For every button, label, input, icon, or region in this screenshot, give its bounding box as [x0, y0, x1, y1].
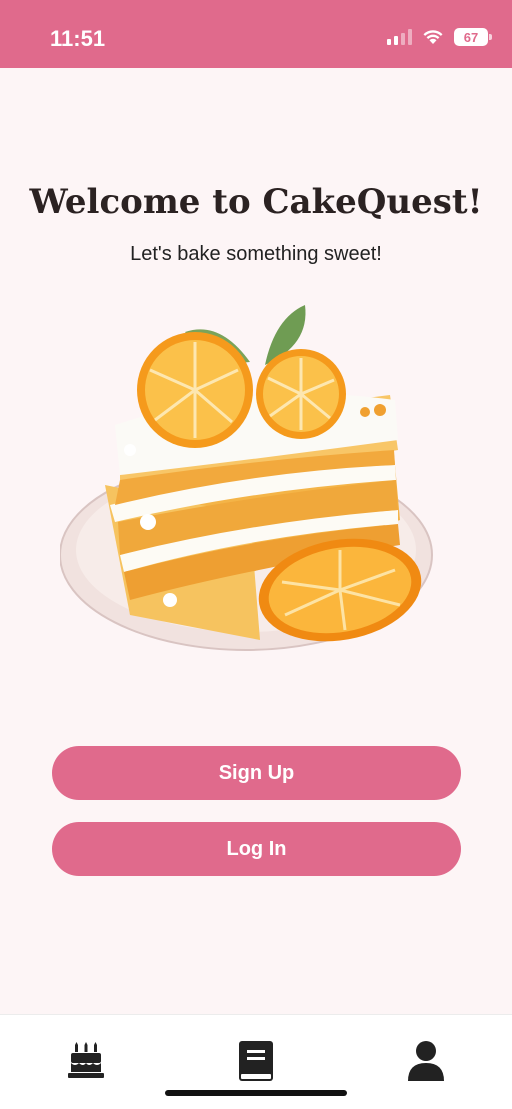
status-bar: 11:51 67 [0, 0, 512, 68]
recipe-book-icon [239, 1041, 273, 1081]
tab-cakes[interactable] [66, 1041, 106, 1081]
cake-illustration [60, 305, 433, 651]
battery-icon: 67 [454, 28, 492, 46]
cellular-signal-icon [387, 29, 412, 45]
wifi-icon [423, 30, 443, 44]
home-indicator [165, 1090, 347, 1096]
battery-level: 67 [463, 29, 479, 45]
log-in-button[interactable]: Log In [52, 822, 461, 876]
tab-recipes[interactable] [236, 1041, 276, 1081]
status-icons: 67 [387, 28, 492, 46]
status-time: 11:51 [50, 26, 106, 51]
page-subtitle: Let's bake something sweet! [130, 243, 382, 265]
page-title: Welcome to CakeQuest! [29, 182, 483, 222]
user-icon [408, 1041, 444, 1081]
tab-profile[interactable] [406, 1041, 446, 1081]
birthday-cake-icon [68, 1042, 104, 1078]
sign-up-button[interactable]: Sign Up [52, 746, 461, 800]
